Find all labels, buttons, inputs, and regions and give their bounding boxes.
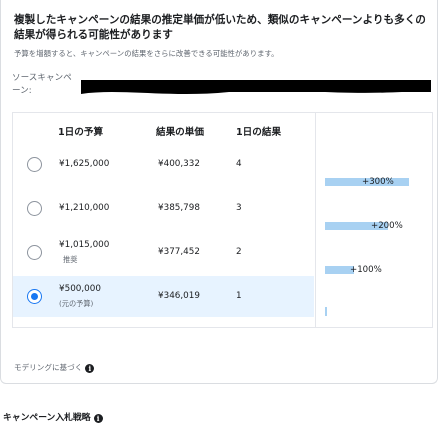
campaign-bid-strategy-heading: キャンペーン入札戦略 i [3,410,103,423]
baseline-bar [325,307,327,316]
info-icon[interactable]: i [93,414,103,423]
header-daily-results: 1日の結果 [236,127,282,138]
budget-option-row[interactable]: ¥1,210,000 ¥385,798 3 [13,188,314,229]
budget-option-radio[interactable] [27,201,42,216]
daily-results-value: 2 [236,247,242,257]
cost-per-result-value: ¥346,019 [158,291,200,301]
source-campaign-redacted [81,80,431,94]
cost-per-result-value: ¥400,332 [158,159,200,169]
source-campaign-label: ソースキャンペーン: [12,73,72,96]
budget-option-row[interactable]: ¥1,015,000 推奨 ¥377,452 2 [13,232,314,273]
budget-option-row[interactable]: ¥1,625,000 ¥400,332 4 [13,144,314,185]
modeling-note: モデリングに基づく i [14,362,95,373]
budget-option-row-selected[interactable]: ¥500,000 (元の予算) ¥346,019 1 [13,276,314,317]
header-daily-budget: 1日の予算 [58,127,104,138]
bid-strategy-title: キャンペーン入札戦略 [3,413,91,423]
budget-recommendation-card: 複製したキャンペーンの結果の推定単価が低いため、類似のキャンペーンよりも多くの結… [0,0,438,384]
increase-label: +100% [350,265,382,275]
recommended-note: 推奨 [63,255,78,264]
daily-results-value: 1 [236,291,242,301]
original-budget-note: (元の予算) [59,299,94,308]
budget-value: ¥1,625,000 [59,159,110,169]
header-cost-per-result: 結果の単価 [156,127,204,138]
budget-option-radio-selected[interactable] [27,289,42,304]
increase-label: +300% [362,177,394,187]
results-increase-chart [315,112,433,328]
daily-results-value: 4 [236,159,242,169]
daily-results-value: 3 [236,203,242,213]
cost-per-result-value: ¥377,452 [158,247,200,257]
budget-value: ¥500,000 [59,284,101,294]
modeling-note-text: モデリングに基づく [14,363,83,372]
budget-value: ¥1,015,000 [59,240,110,250]
cost-per-result-value: ¥385,798 [158,203,200,213]
recommendation-headline: 複製したキャンペーンの結果の推定単価が低いため、類似のキャンペーンよりも多くの結… [14,14,426,41]
recommendation-subtext: 予算を増額すると、キャンペーンの結果をさらに改善できる可能性があります。 [14,49,279,58]
budget-option-radio[interactable] [27,245,42,260]
info-icon[interactable]: i [85,364,95,373]
increase-label: +200% [371,221,403,231]
budget-option-radio[interactable] [27,157,42,172]
budget-value: ¥1,210,000 [59,203,110,213]
